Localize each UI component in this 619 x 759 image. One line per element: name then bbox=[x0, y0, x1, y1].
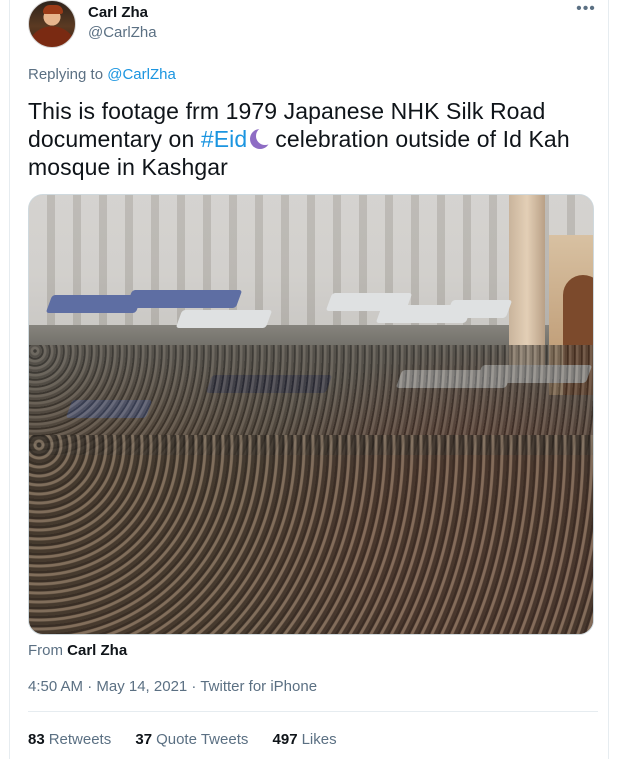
tweet-frame: Carl Zha @CarlZha ••• Replying to @CarlZ… bbox=[9, 0, 609, 759]
replying-target-link[interactable]: @CarlZha bbox=[107, 66, 176, 83]
source-attribution: From Carl Zha bbox=[28, 642, 127, 659]
market-awning bbox=[125, 290, 243, 308]
retweets-stat[interactable]: 83 Retweets bbox=[28, 731, 111, 748]
quote-tweets-count: 37 bbox=[135, 731, 153, 748]
replying-prefix: Replying to bbox=[28, 66, 104, 83]
hashtag-link[interactable]: #Eid bbox=[201, 126, 247, 152]
crowd bbox=[29, 435, 593, 634]
quote-tweets-label: Quote Tweets bbox=[156, 731, 249, 748]
quote-tweets-stat[interactable]: 37 Quote Tweets bbox=[135, 731, 248, 748]
market-awning bbox=[175, 310, 273, 328]
crescent-moon-icon: ✦ bbox=[249, 127, 275, 150]
tweet-text: This is footage frm 1979 Japanese NHK Si… bbox=[28, 97, 593, 181]
source-prefix: From bbox=[28, 642, 63, 659]
more-dots-icon[interactable]: ••• bbox=[574, 1, 598, 22]
author-handle[interactable]: @CarlZha bbox=[88, 24, 157, 41]
source-name-link[interactable]: Carl Zha bbox=[67, 642, 127, 659]
video-thumbnail[interactable] bbox=[28, 194, 594, 635]
likes-stat[interactable]: 497 Likes bbox=[273, 731, 337, 748]
divider bbox=[28, 711, 598, 712]
tweet-timestamp[interactable]: 4:50 AM · May 14, 2021 · Twitter for iPh… bbox=[28, 678, 317, 695]
replying-to: Replying to @CarlZha bbox=[28, 66, 176, 83]
avatar[interactable] bbox=[28, 0, 76, 48]
author-row: Carl Zha @CarlZha ••• bbox=[28, 0, 598, 50]
author-name[interactable]: Carl Zha bbox=[88, 4, 148, 21]
market-awning bbox=[445, 300, 513, 318]
engagement-stats: 83 Retweets 37 Quote Tweets 497 Likes bbox=[28, 731, 357, 748]
retweets-label: Retweets bbox=[48, 731, 112, 748]
retweets-count: 83 bbox=[28, 731, 45, 748]
likes-count: 497 bbox=[272, 731, 298, 748]
likes-label: Likes bbox=[301, 731, 337, 748]
